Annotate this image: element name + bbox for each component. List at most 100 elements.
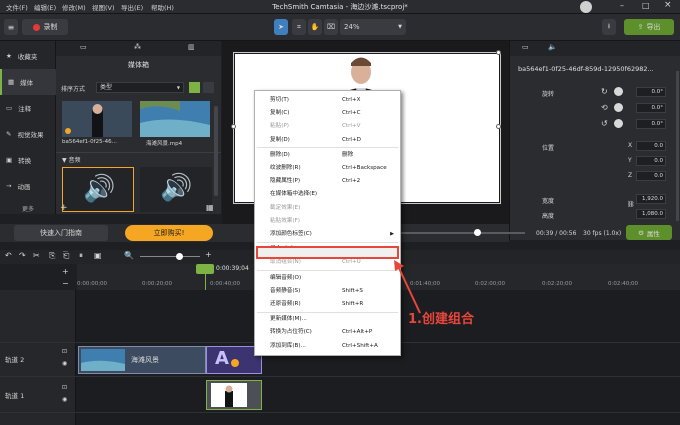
menu-modify[interactable]: 修改(M) [62,2,86,12]
rotation-dial[interactable] [614,103,623,112]
context-menu-item[interactable]: 在媒体箱中选择(E) [255,188,400,200]
audio-tab-icon[interactable]: 🔈 [548,43,557,51]
properties-button[interactable]: ⚙ 属性 [626,225,672,240]
menu-export[interactable]: 导出(E) [121,2,143,12]
snapshot-icon[interactable]: ▣ [94,251,102,260]
media-item-video-thumb[interactable] [62,101,132,137]
buy-now-button[interactable]: 立即购买! [125,225,213,241]
rotation-dial[interactable] [614,119,623,128]
context-menu-item[interactable]: 删除(D) 删除 [255,149,400,161]
sidebar-item-annotations[interactable]: ▭ 注释 [0,95,56,121]
track-lock-icon[interactable]: ⊡ [62,348,67,355]
sidebar-item-animations[interactable]: → 动画 [0,173,56,199]
context-menu-item[interactable]: 隐藏属性(P) Ctrl+2 [255,175,400,187]
zoom-icon[interactable]: 🔍 [124,251,134,260]
crop-tool-button[interactable]: ⌧ [324,19,338,35]
media-bin-scrollbar[interactable] [214,106,218,196]
sidebar-item-visual-effects[interactable]: ✎ 视觉效果 [0,121,56,147]
height-input[interactable]: 1,080.0 [636,209,666,219]
width-input[interactable]: 1,920.0 [636,194,666,204]
maximize-icon[interactable]: □ [642,1,650,10]
books-tab-icon[interactable]: ▥ [188,43,195,51]
clip-thumbnail [211,383,247,407]
track-visibility-icon[interactable]: ◉ [62,360,67,367]
zoom-select[interactable]: 24% ▼ [340,19,406,35]
media-item-beach-thumb[interactable] [140,101,210,137]
menu-view[interactable]: 视图(V) [92,2,115,12]
track-lock-icon[interactable]: ⊡ [62,384,67,391]
zoom-in-icon[interactable]: + [205,250,212,259]
scrub-bar[interactable] [400,232,525,234]
more-button[interactable]: 更多 [22,204,34,213]
context-menu-item[interactable]: 复制(C) Ctrl+C [255,107,400,119]
position-y-input[interactable]: 0.0 [636,156,666,166]
playhead-marker[interactable] [196,264,214,274]
export-button[interactable]: ⇪ 导出 [624,19,674,35]
context-menu-item[interactable]: 添加颜色标签(C) ▶ [255,228,400,240]
resize-handle[interactable] [231,124,236,129]
account-avatar[interactable] [580,1,592,13]
context-menu-item[interactable]: 添加到库(B)... Ctrl+Shift+A [255,340,400,352]
list-view-icon[interactable] [189,82,200,93]
properties-scrollbar[interactable] [676,71,679,221]
audio-item-1[interactable]: 🔊 [62,167,134,212]
grid-view-icon[interactable]: ▦ [206,203,214,212]
quick-start-guide-button[interactable]: 快速入门指南 [14,225,108,241]
sidebar-item-transitions[interactable]: ▣ 转换 [0,147,56,173]
audio-item-2[interactable]: 🔊 [140,167,212,212]
sidebar-item-favorites[interactable]: ★ 收藏夹 [0,43,56,69]
sidebar-item-media[interactable]: ▦ 媒体 [0,69,56,95]
add-media-button[interactable]: + [60,203,68,213]
resize-handle[interactable] [496,124,501,129]
context-menu-item[interactable]: 剪切(T) Ctrl+X [255,94,400,106]
select-tool-button[interactable]: ➤ [274,19,288,35]
rotation-x-input[interactable]: 0.0° [636,119,666,129]
track-visibility-icon[interactable]: ◉ [62,396,67,403]
timeline-zoom-handle[interactable] [176,253,183,260]
download-button[interactable]: ⭳ [602,19,616,35]
undo-icon[interactable]: ↶ [5,251,12,260]
context-menu-item[interactable]: 复制(D) Ctrl+D [255,134,400,146]
edit-tool-button[interactable]: ⌗ [292,19,306,35]
split-icon[interactable]: ⏸ [79,251,83,261]
record-button[interactable]: 录制 [22,19,68,35]
rotation-dial[interactable] [614,87,623,96]
detail-view-icon[interactable] [203,82,214,93]
context-menu-item[interactable]: 转换为占位符(C) Ctrl+Alt+P [255,326,400,338]
context-menu-item[interactable]: 纹波删除(R) Ctrl+Backspace [255,162,400,174]
redo-icon[interactable]: ↷ [19,251,26,260]
context-menu-item[interactable]: 音频静音(S) Shift+S [255,285,400,297]
context-menu-item[interactable]: 更新媒体(M)... [255,313,400,325]
highlight-box [256,246,399,259]
position-x-input[interactable]: 0.0 [636,141,666,151]
resize-handle[interactable] [496,50,501,55]
audio-section-toggle[interactable]: ▼ 音频 [62,155,81,164]
rotation-z-input[interactable]: 0.0° [636,87,666,97]
timeline-clip-presenter[interactable] [206,380,262,410]
paste-icon[interactable]: ⎗ [63,251,69,261]
timeline-zoom-slider[interactable] [140,256,200,257]
menu-edit[interactable]: 编辑(E) [34,2,56,12]
remove-track-icon[interactable]: − [62,279,69,288]
close-icon[interactable]: × [664,0,672,10]
scrub-handle[interactable] [474,229,481,236]
library-tab-icon[interactable]: ⁂ [134,43,141,51]
sort-label: 排序方式 [61,86,86,93]
media-tab-icon[interactable]: ▭ [80,43,87,51]
menu-file[interactable]: 文件(F) [6,2,28,12]
minimize-icon[interactable]: – [620,1,624,10]
menu-toggle-button[interactable]: ≡ [4,19,18,35]
context-menu-item[interactable]: 编辑音频(O) [255,272,400,284]
link-icon[interactable]: ⛓ [627,201,635,208]
sort-select[interactable]: 类型 ▼ [96,82,184,93]
menu-help[interactable]: 帮助(H) [151,2,174,12]
position-z-input[interactable]: 0.0 [636,171,666,181]
cut-icon[interactable]: ✂ [33,251,40,260]
rotation-y-input[interactable]: 0.0° [636,103,666,113]
video-tab-icon[interactable]: ▭ [522,43,529,51]
pan-tool-button[interactable]: ✋ [308,19,322,35]
add-track-icon[interactable]: + [62,267,69,276]
copy-icon[interactable]: ⎘ [49,251,55,261]
context-menu-item[interactable]: 还原音频(R) Shift+R [255,298,400,310]
timeline-clip-beach[interactable]: 海滩风景 [78,346,206,374]
